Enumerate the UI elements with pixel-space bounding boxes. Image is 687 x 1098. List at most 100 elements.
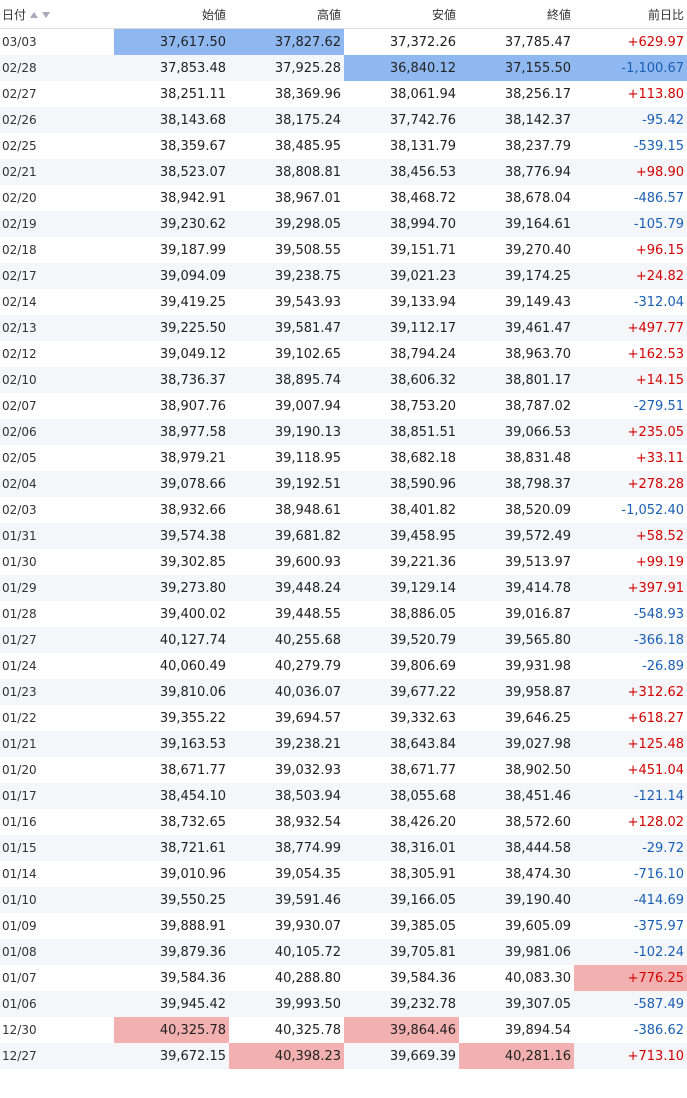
- date-cell: 01/30: [2, 555, 37, 569]
- open-cell: 38,251.11: [159, 86, 226, 102]
- table-row: 02/10 38,736.37 38,895.74 38,606.32 38,801.1…: [0, 367, 687, 393]
- low-cell: 39,458.95: [344, 523, 459, 549]
- close-cell: 39,414.78: [459, 575, 574, 601]
- high-cell: 39,581.47: [229, 315, 344, 341]
- date-cell: 02/06: [0, 419, 114, 445]
- table-row: 02/21 38,523.07 38,808.81 38,456.53 38,776.9…: [0, 159, 687, 185]
- open-cell: 39,574.38: [114, 523, 229, 549]
- open-cell: 38,736.37: [114, 367, 229, 393]
- open-cell: 39,810.06: [114, 679, 229, 705]
- open-cell: 38,977.58: [114, 419, 229, 445]
- price-history-table: 日付 始値 高値 安値 終値 前日比 03/03 37,617.50 37,827.…: [0, 0, 687, 1069]
- low-cell: 39,584.36: [389, 970, 456, 986]
- close-cell: 39,894.54: [504, 1022, 571, 1038]
- change-cell: -95.42: [574, 107, 687, 133]
- high-column-header[interactable]: 高値: [229, 0, 344, 29]
- high-cell: 40,288.80: [274, 970, 341, 986]
- close-cell: 38,798.37: [459, 471, 574, 497]
- open-cell: 39,879.36: [114, 939, 229, 965]
- close-column-header[interactable]: 終値: [459, 0, 574, 29]
- change-cell: +113.80: [627, 86, 684, 102]
- table-row: 02/04 39,078.66 39,192.51 38,590.96 38,798.3…: [0, 471, 687, 497]
- close-cell: 37,785.47: [504, 34, 571, 50]
- table-row: 02/14 39,419.25 39,543.93 39,133.94 39,149.4…: [0, 289, 687, 315]
- low-cell: 38,426.20: [389, 814, 456, 830]
- date-column-header[interactable]: 日付: [0, 0, 114, 29]
- close-cell: 39,461.47: [459, 315, 574, 341]
- table-row: 03/03 37,617.50 37,827.62 37,372.26 37,785.4…: [0, 28, 687, 55]
- close-cell: 39,605.09: [504, 918, 571, 934]
- open-cell: 39,187.99: [159, 242, 226, 258]
- low-cell: 39,385.05: [389, 918, 456, 934]
- change-cell: +128.02: [627, 814, 684, 830]
- high-cell: 39,993.50: [229, 991, 344, 1017]
- low-cell: 37,742.76: [344, 107, 459, 133]
- open-column-header[interactable]: 始値: [114, 0, 229, 29]
- table-row: 02/27 38,251.11 38,369.96 38,061.94 38,256.1…: [0, 81, 687, 107]
- high-cell: 38,967.01: [274, 190, 341, 206]
- low-cell: 38,994.70: [344, 211, 459, 237]
- high-cell: 39,591.46: [229, 887, 344, 913]
- table-row: 01/07 39,584.36 40,288.80 39,584.36 40,083.3…: [0, 965, 687, 991]
- date-cell: 01/10: [0, 887, 114, 913]
- high-cell: 39,448.24: [229, 575, 344, 601]
- open-cell: 39,945.42: [114, 991, 229, 1017]
- date-cell: 02/18: [2, 243, 37, 257]
- change-cell: -386.62: [633, 1022, 684, 1038]
- change-cell: -29.72: [574, 835, 687, 861]
- date-cell: 01/15: [0, 835, 114, 861]
- table-row: 01/21 39,163.53 39,238.21 38,643.84 39,027.9…: [0, 731, 687, 757]
- low-cell: 39,021.23: [344, 263, 459, 289]
- high-cell: 37,925.28: [229, 55, 344, 81]
- date-cell: 02/17: [0, 263, 114, 289]
- close-cell: 39,016.87: [504, 606, 571, 622]
- date-cell: 02/07: [2, 399, 37, 413]
- change-column-header[interactable]: 前日比: [574, 0, 687, 29]
- date-cell: 02/21: [0, 159, 114, 185]
- date-cell: 01/09: [2, 919, 37, 933]
- low-column-header[interactable]: 安値: [344, 0, 459, 29]
- date-cell: 02/12: [2, 347, 37, 361]
- high-cell: 39,102.65: [274, 346, 341, 362]
- sort-ascending-icon[interactable]: [30, 12, 39, 18]
- close-cell: 39,565.80: [459, 627, 574, 653]
- low-cell: 38,131.79: [389, 138, 456, 154]
- close-cell: 38,678.04: [504, 190, 571, 206]
- date-cell: 01/29: [0, 575, 114, 601]
- open-cell: 39,672.15: [114, 1043, 229, 1069]
- table-row: 02/05 38,979.21 39,118.95 38,682.18 38,831.4…: [0, 445, 687, 471]
- high-cell: 39,930.07: [274, 918, 341, 934]
- close-cell: 38,444.58: [459, 835, 574, 861]
- open-cell: 38,359.67: [159, 138, 226, 154]
- low-cell: 39,864.46: [344, 1017, 459, 1043]
- high-cell: 39,007.94: [274, 398, 341, 414]
- high-cell: 38,948.61: [274, 502, 341, 518]
- date-cell: 02/14: [2, 295, 37, 309]
- date-cell: 02/03: [2, 503, 37, 517]
- open-cell: 39,230.62: [114, 211, 229, 237]
- high-cell: 38,774.99: [229, 835, 344, 861]
- high-cell: 40,398.23: [229, 1043, 344, 1069]
- change-cell: +278.28: [574, 471, 687, 497]
- sort-descending-icon[interactable]: [42, 12, 51, 18]
- date-cell: 01/27: [0, 627, 114, 653]
- high-cell: 40,255.68: [229, 627, 344, 653]
- high-cell: 40,105.72: [229, 939, 344, 965]
- table-header-row: 日付 始値 高値 安値 終値 前日比: [0, 0, 687, 29]
- change-cell: -121.14: [574, 783, 687, 809]
- open-cell: 39,094.09: [114, 263, 229, 289]
- open-cell: 39,888.91: [159, 918, 226, 934]
- table-row: 02/17 39,094.09 39,238.75 39,021.23 39,174.2…: [0, 263, 687, 289]
- table-row: 01/15 38,721.61 38,774.99 38,316.01 38,444.5…: [0, 835, 687, 861]
- close-cell: 39,027.98: [459, 731, 574, 757]
- close-cell: 40,083.30: [504, 970, 571, 986]
- close-cell: 39,066.53: [459, 419, 574, 445]
- close-cell: 39,513.97: [504, 554, 571, 570]
- change-cell: +235.05: [574, 419, 687, 445]
- high-cell: 38,369.96: [274, 86, 341, 102]
- low-cell: 38,851.51: [344, 419, 459, 445]
- table-row: 02/03 38,932.66 38,948.61 38,401.82 38,520.0…: [0, 497, 687, 523]
- open-cell: 38,454.10: [114, 783, 229, 809]
- date-cell: 02/10: [0, 367, 114, 393]
- change-cell: +713.10: [574, 1043, 687, 1069]
